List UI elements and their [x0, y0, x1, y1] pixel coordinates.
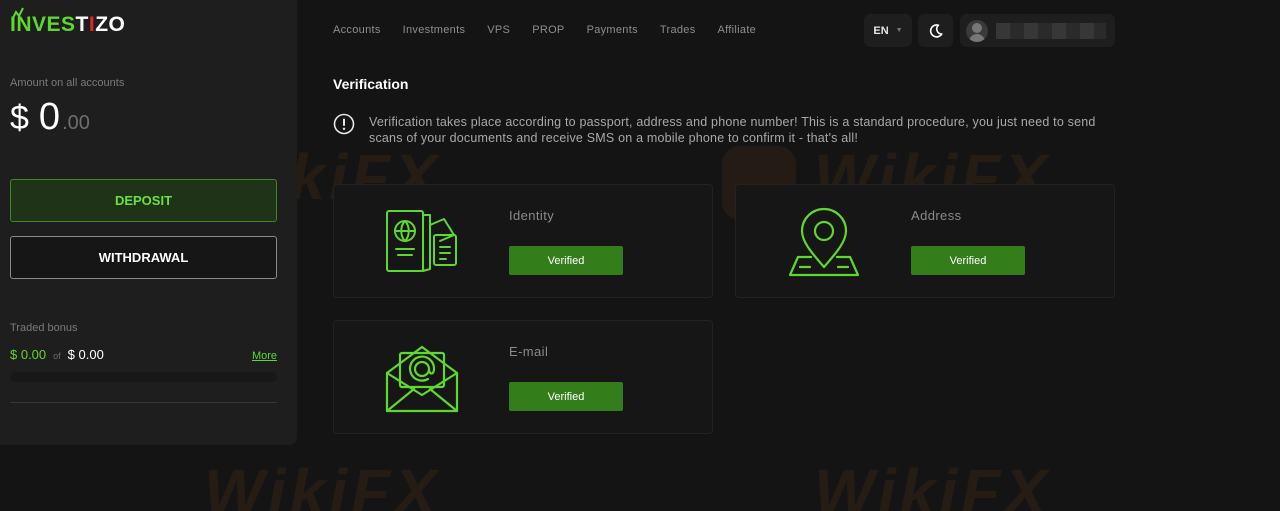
info-icon [333, 113, 355, 135]
language-selector[interactable]: EN ▼ [864, 14, 912, 47]
logo-arrow-icon [11, 7, 24, 21]
brand-logo[interactable]: INVESTIZO [10, 7, 126, 40]
card-name: E-mail [509, 344, 549, 359]
card-name: Identity [509, 208, 555, 223]
location-pin-icon [788, 207, 860, 277]
watermark-text: WikiFX [204, 456, 441, 511]
verification-card-identity: Identity Verified [333, 184, 713, 298]
language-value: EN [873, 24, 889, 37]
balance-label: Amount on all accounts [10, 77, 125, 89]
caret-down-icon: ▼ [895, 27, 903, 34]
bonus-more-link[interactable]: More [252, 350, 277, 362]
nav-payments[interactable]: Payments [587, 24, 638, 36]
watermark-text: WikiFX [814, 456, 1051, 511]
logo-text: INVESTIZO [10, 13, 126, 36]
traded-bonus-label: Traded bonus [10, 322, 78, 334]
nav-investments[interactable]: Investments [403, 24, 466, 36]
moon-icon [929, 23, 943, 38]
bonus-progress-bar [10, 372, 277, 382]
balance-decimal: .00 [62, 112, 90, 134]
nav-vps[interactable]: VPS [487, 24, 510, 36]
passport-icon [386, 210, 457, 272]
deposit-button[interactable]: DEPOSIT [10, 179, 277, 222]
balance-currency: $ [10, 99, 29, 137]
verification-card-address: Address Verified [735, 184, 1115, 298]
verified-status-badge: Verified [911, 246, 1025, 275]
verified-status-badge: Verified [509, 246, 623, 275]
envelope-icon [385, 345, 459, 413]
sidebar: INVESTIZO Amount on all accounts $ 0 .00… [0, 0, 297, 445]
balance-amount: $ 0 .00 [10, 96, 90, 139]
username-redacted [996, 22, 1106, 39]
nav-accounts[interactable]: Accounts [333, 24, 381, 36]
verification-notice: Verification takes place according to pa… [333, 113, 1123, 146]
withdrawal-button[interactable]: WITHDRAWAL [10, 236, 277, 279]
bonus-value: $ 0.00 [10, 347, 47, 362]
bonus-total: $ 0.00 [67, 347, 104, 362]
page-title: Verification [333, 76, 409, 92]
balance-integer: 0 [38, 96, 61, 138]
theme-toggle-button[interactable] [918, 14, 953, 47]
nav-affiliate[interactable]: Affiliate [718, 24, 757, 36]
nav-trades[interactable]: Trades [660, 24, 696, 36]
verified-status-badge: Verified [509, 382, 623, 411]
divider [10, 402, 277, 403]
bonus-of: of [53, 351, 61, 361]
profile-menu[interactable] [960, 14, 1115, 47]
top-nav: Accounts Investments VPS PROP Payments T… [333, 24, 778, 36]
nav-prop[interactable]: PROP [532, 24, 564, 36]
verification-card-email: E-mail Verified [333, 320, 713, 434]
card-name: Address [911, 208, 962, 223]
user-avatar-icon [966, 19, 988, 42]
traded-bonus-row: $ 0.00 of $ 0.00 More [10, 347, 277, 362]
notice-text: Verification takes place according to pa… [369, 115, 1096, 145]
